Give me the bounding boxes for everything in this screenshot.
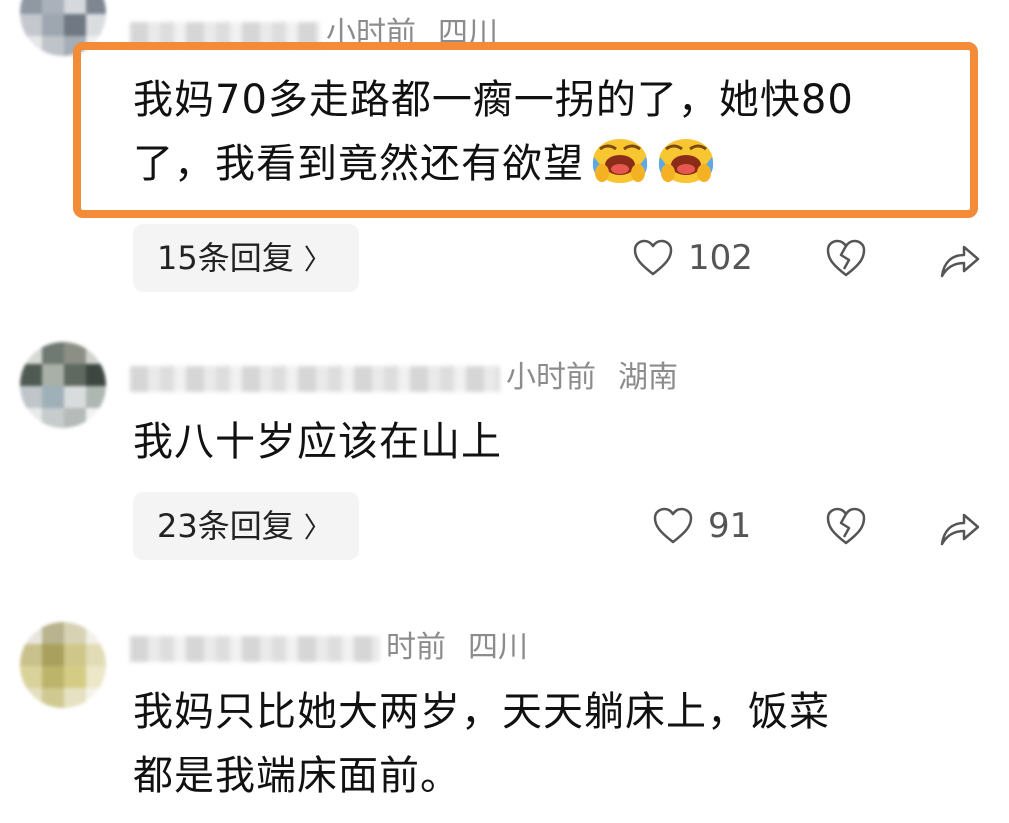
- comment-region: 四川: [468, 630, 528, 665]
- share-arrow-icon: [940, 245, 980, 278]
- like-count: 91: [708, 506, 752, 546]
- view-replies-button[interactable]: 23条回复〉: [133, 492, 359, 560]
- heart-outline-icon: [653, 507, 693, 544]
- comment-text-line: 都是我端床面前。: [133, 753, 461, 799]
- broken-heart-icon: [826, 239, 866, 277]
- view-replies-button[interactable]: 15条回复〉: [133, 224, 359, 292]
- dislike-button[interactable]: [824, 236, 868, 280]
- comment-text-line: 我妈70多走路都一瘸一拐的了，她快80: [133, 77, 854, 123]
- comment-text-line-with-emoji: 了，我看到竟然还有欲望: [133, 132, 854, 196]
- dislike-button[interactable]: [824, 504, 868, 548]
- share-button[interactable]: [938, 506, 982, 550]
- rolling-laugh-emoji-icon: [592, 139, 648, 183]
- comment-time: 小时前: [506, 360, 596, 395]
- avatar[interactable]: [20, 622, 106, 708]
- username-blurred[interactable]: [130, 635, 380, 662]
- comment-text[interactable]: 我妈只比她大两岁，天天躺床上，饭菜 都是我端床面前。: [133, 680, 830, 808]
- chevron-right-icon: 〉: [303, 243, 332, 276]
- heart-outline-icon: [633, 239, 673, 276]
- like-button[interactable]: 91: [652, 496, 751, 556]
- username-blurred[interactable]: [130, 365, 500, 392]
- reply-count-label: 15条回复: [157, 239, 294, 277]
- comment-text-line: 了，我看到竟然还有欲望: [133, 141, 584, 187]
- reply-count-label: 23条回复: [157, 507, 294, 545]
- comment-meta: 小时前 湖南: [130, 360, 678, 396]
- broken-heart-icon: [826, 507, 866, 545]
- chevron-right-icon: 〉: [303, 511, 332, 544]
- rolling-laugh-emoji-icon: [658, 139, 714, 183]
- comment-time: 时前: [386, 630, 446, 665]
- comment-meta: 时前 四川: [130, 630, 528, 666]
- comment-text[interactable]: 我八十岁应该在山上: [133, 410, 502, 474]
- share-button[interactable]: [938, 238, 982, 282]
- comment-text-line: 我八十岁应该在山上: [133, 419, 502, 465]
- comment-text[interactable]: 我妈70多走路都一瘸一拐的了，她快80 了，我看到竟然还有欲望: [133, 68, 854, 196]
- avatar[interactable]: [20, 342, 106, 428]
- comment-text-line: 我妈只比她大两岁，天天躺床上，饭菜: [133, 689, 830, 735]
- comment-region: 湖南: [618, 360, 678, 395]
- like-button[interactable]: 102: [632, 228, 753, 288]
- like-count: 102: [688, 238, 753, 278]
- share-arrow-icon: [940, 513, 980, 546]
